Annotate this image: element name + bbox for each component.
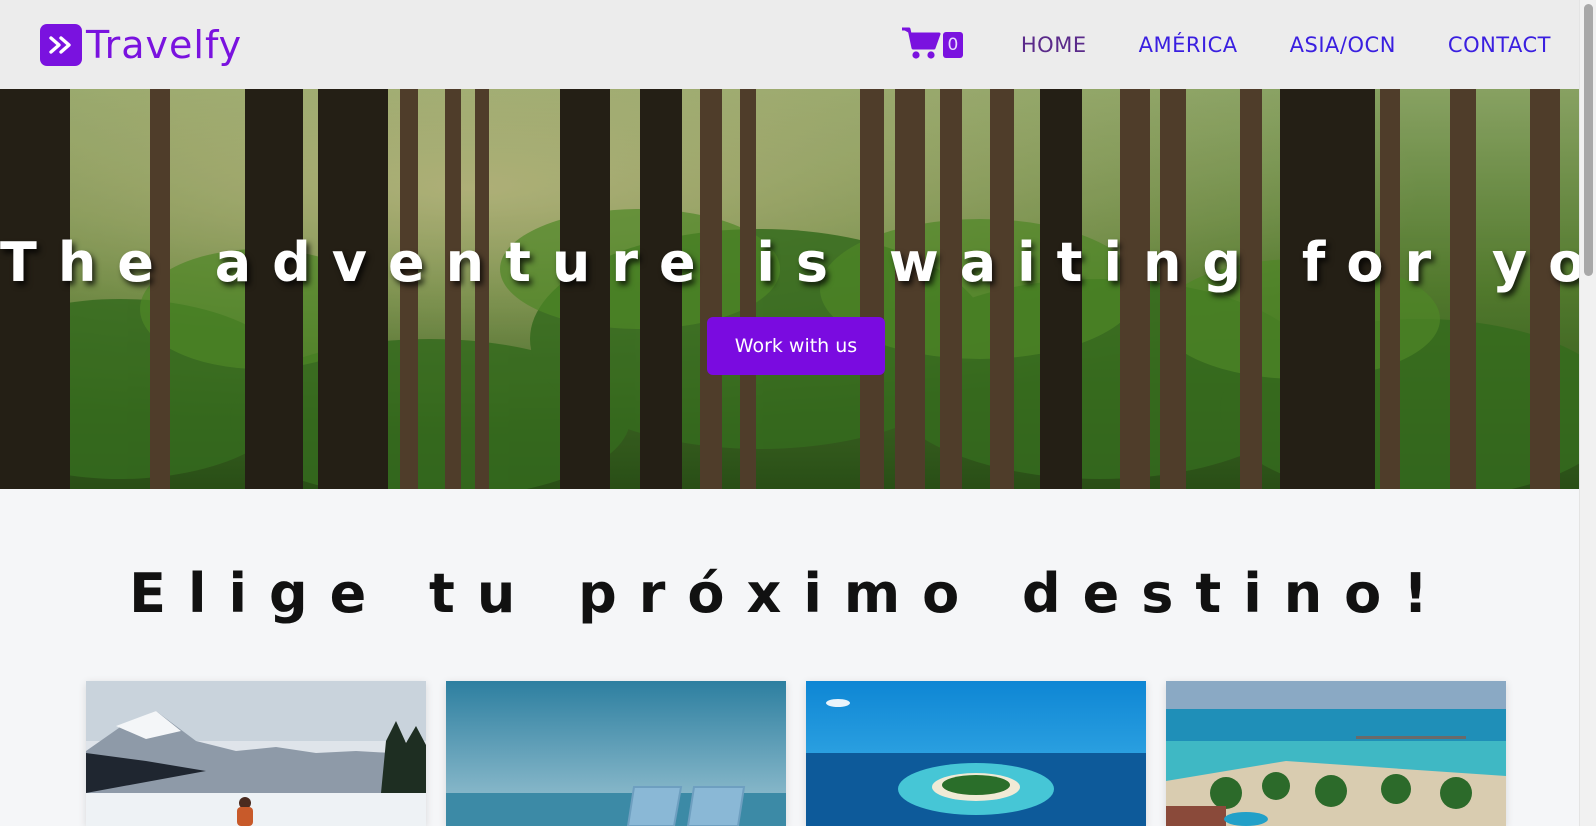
nav-link-contact[interactable]: CONTACT: [1448, 33, 1551, 57]
beach-chairs-image: [446, 681, 786, 826]
page-scrollbar[interactable]: [1579, 0, 1596, 826]
double-chevron-right-icon: [40, 23, 82, 66]
nav-link-home[interactable]: HOME: [1021, 33, 1087, 57]
cart-icon: [901, 26, 941, 64]
brand-logo[interactable]: Travelfy: [40, 23, 242, 67]
destination-card-beach-chairs[interactable]: [446, 681, 786, 826]
atoll-island-image: [806, 681, 1146, 826]
hero-banner: The adventure is waiting for you Work wi…: [0, 89, 1579, 489]
site-header: Travelfy 0 HOME AMÉRICA ASIA/OCN CONTACT: [0, 0, 1579, 89]
destination-card-atoll-island[interactable]: [806, 681, 1146, 826]
nav-link-asia-ocn[interactable]: ASIA/OCN: [1290, 33, 1396, 57]
resort-beach-image: [1166, 681, 1506, 826]
work-with-us-button[interactable]: Work with us: [707, 317, 885, 375]
hero-title: The adventure is waiting for you: [0, 231, 1579, 294]
destination-card-resort-beach[interactable]: [1166, 681, 1506, 826]
nav-link-america[interactable]: AMÉRICA: [1139, 33, 1238, 57]
main-nav: HOME AMÉRICA ASIA/OCN CONTACT: [1021, 33, 1551, 57]
cart-button[interactable]: 0: [901, 26, 963, 64]
brand-name: Travelfy: [86, 22, 243, 67]
cart-count-badge: 0: [942, 31, 963, 58]
snow-mountains-image: [86, 681, 426, 826]
destination-card-snow-mountains[interactable]: [86, 681, 426, 826]
scrollbar-thumb[interactable]: [1584, 4, 1593, 276]
destinations-title: Elige tu próximo destino!: [129, 562, 1450, 625]
